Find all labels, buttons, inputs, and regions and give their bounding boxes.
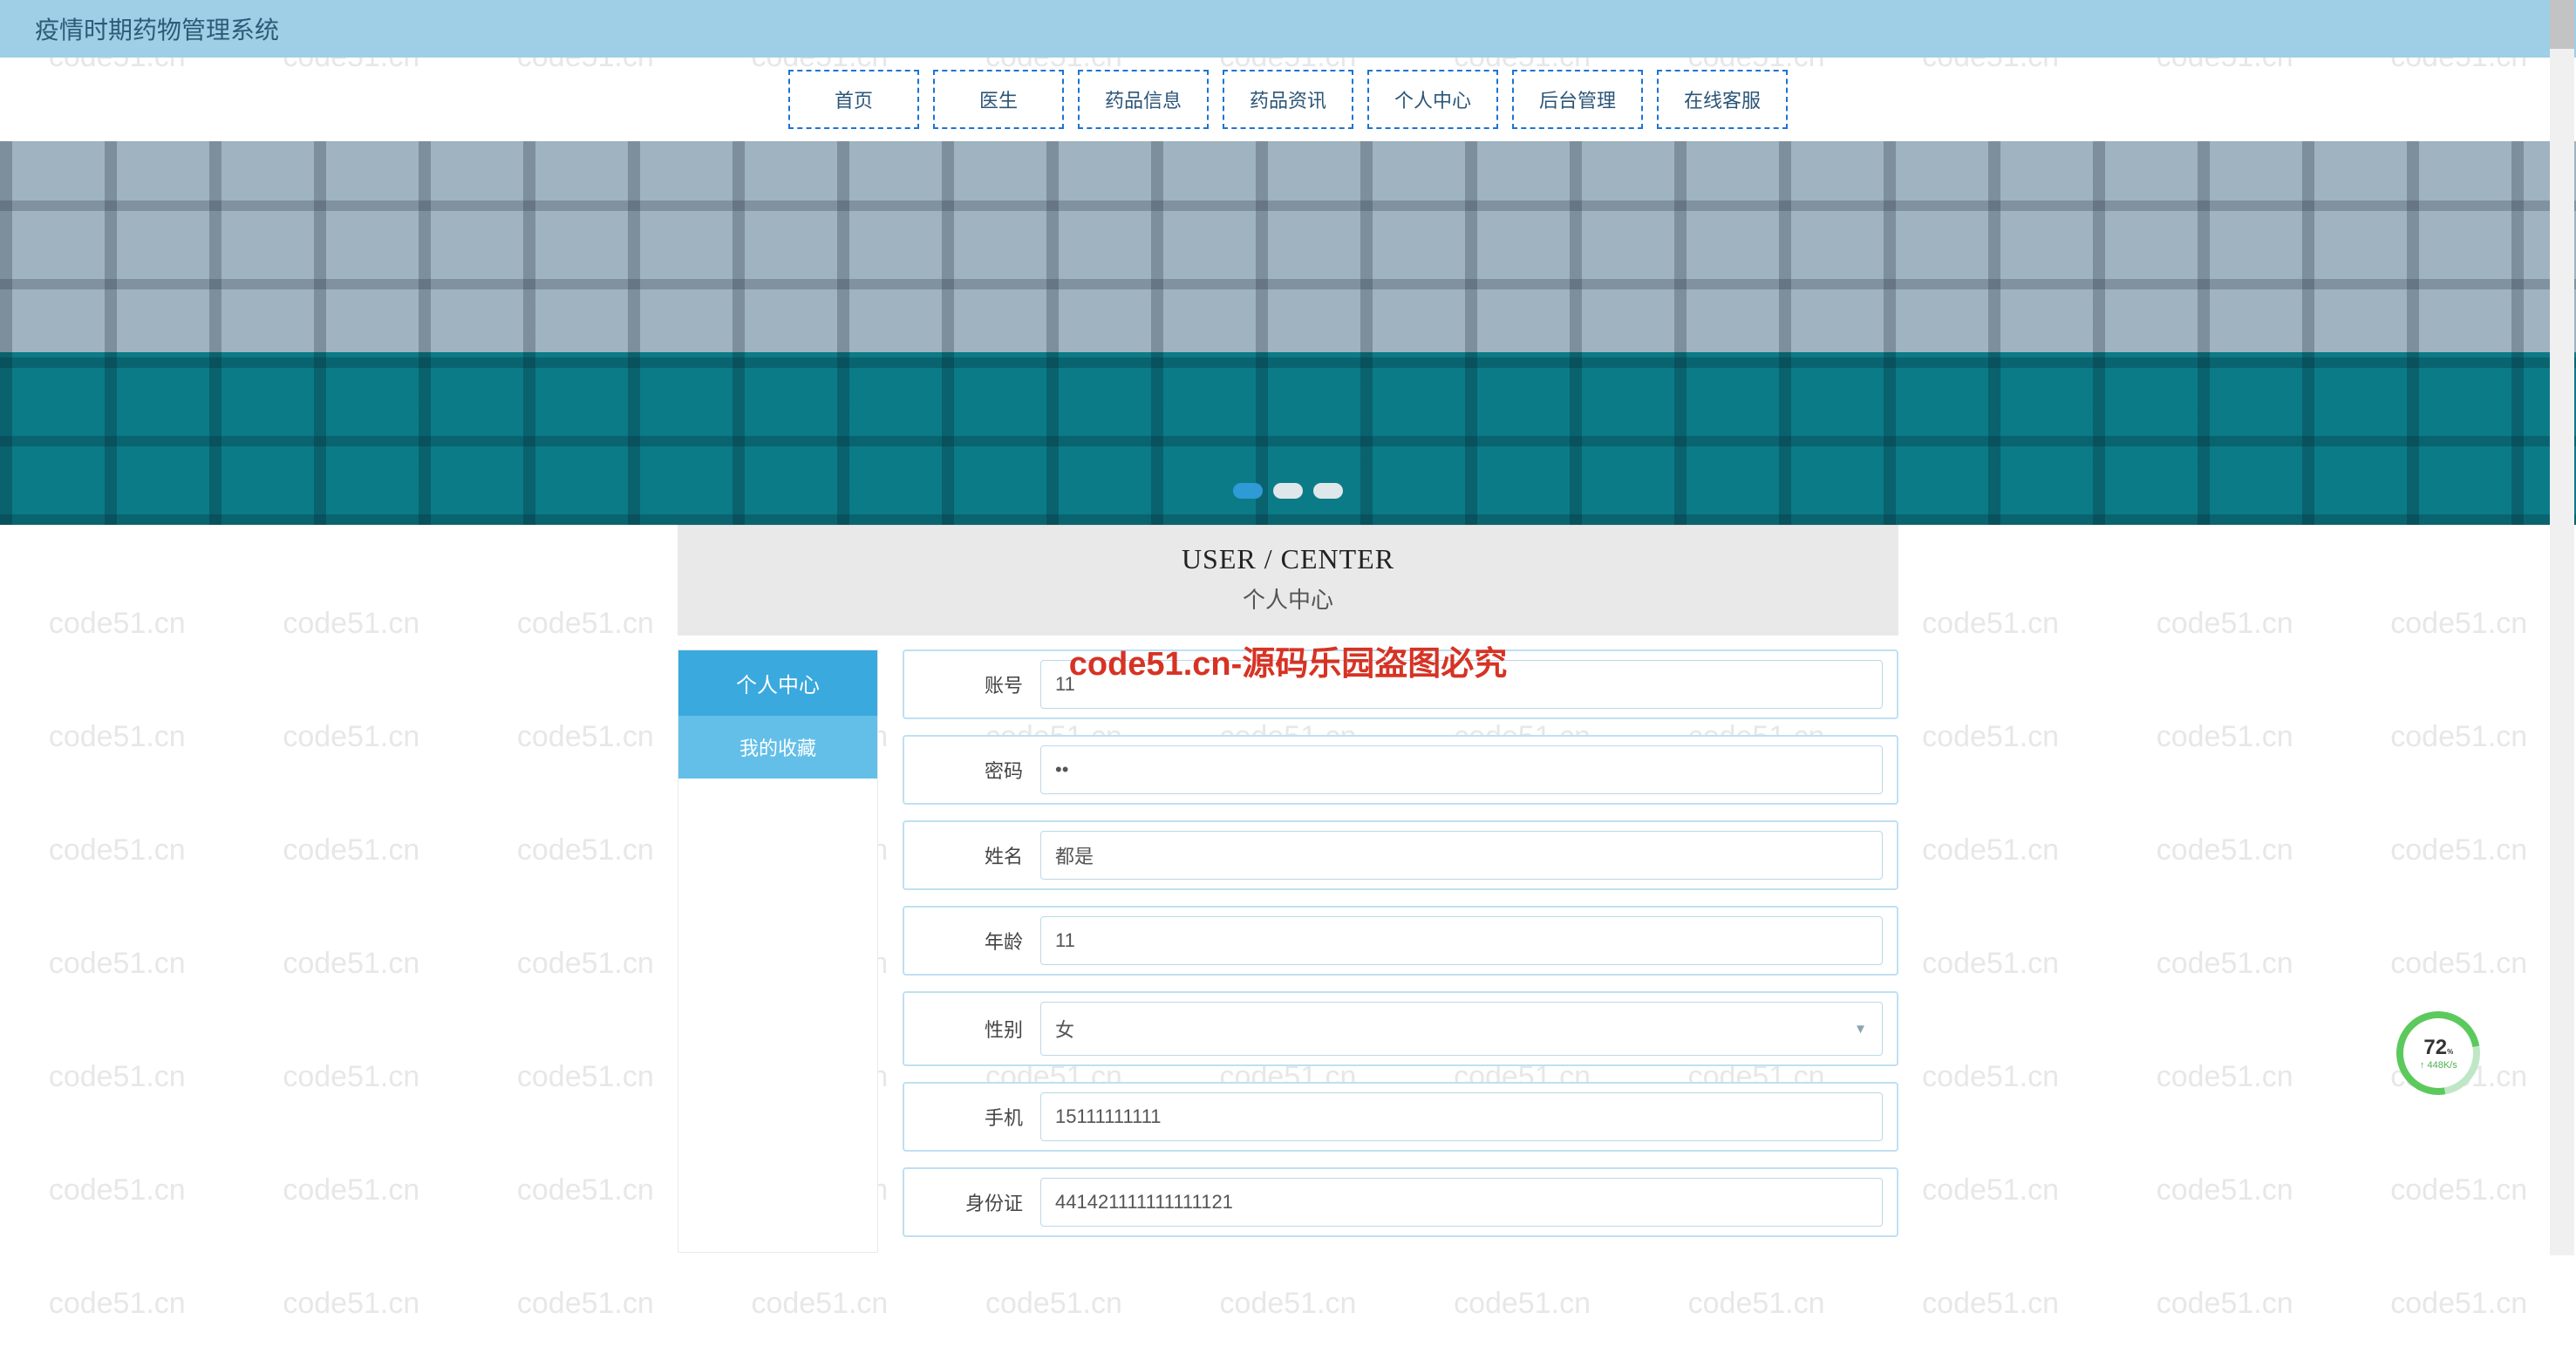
sidebar-item-0[interactable]: 个人中心 (678, 650, 877, 716)
chevron-down-icon: ▾ (1857, 1020, 1864, 1038)
speed-percent: 72% (2420, 1036, 2457, 1060)
sidebar: 个人中心我的收藏 (678, 649, 878, 1253)
密码-input[interactable] (1040, 745, 1883, 794)
nav: 首页医生药品信息药品资讯个人中心后台管理在线客服 (0, 58, 2576, 141)
姓名-input[interactable] (1040, 831, 1883, 880)
form-row-6: 身份证 (903, 1167, 1898, 1237)
form-row-3: 年龄 (903, 906, 1898, 976)
carousel-dot-2[interactable] (1313, 483, 1343, 499)
form-label: 账号 (918, 670, 1023, 698)
nav-item-4[interactable]: 个人中心 (1367, 70, 1498, 129)
form-label: 性别 (918, 1015, 1023, 1043)
手机-input[interactable] (1040, 1092, 1883, 1141)
speed-badge: 72% ↑ 448K/s (2380, 995, 2497, 1112)
form-label: 密码 (918, 756, 1023, 784)
carousel-dot-0[interactable] (1233, 483, 1263, 499)
gender-select[interactable]: 女▾ (1040, 1002, 1883, 1056)
scrollbar-thumb[interactable] (2550, 0, 2574, 49)
身份证-input[interactable] (1040, 1178, 1883, 1227)
年龄-input[interactable] (1040, 916, 1883, 965)
nav-item-0[interactable]: 首页 (788, 70, 919, 129)
hero-bg-pattern (0, 141, 2576, 525)
nav-item-1[interactable]: 医生 (933, 70, 1064, 129)
sidebar-item-1[interactable]: 我的收藏 (678, 716, 877, 779)
form-label: 年龄 (918, 927, 1023, 955)
form-row-4: 性别女▾ (903, 991, 1898, 1066)
nav-item-3[interactable]: 药品资讯 (1223, 70, 1353, 129)
content: USER / CENTER 个人中心 个人中心我的收藏 账号密码姓名年龄性别女▾… (678, 525, 1898, 1253)
section-head: USER / CENTER 个人中心 (678, 525, 1898, 636)
form-row-1: 密码 (903, 735, 1898, 805)
form-label: 手机 (918, 1103, 1023, 1131)
hero-banner (0, 141, 2576, 525)
nav-item-2[interactable]: 药品信息 (1078, 70, 1209, 129)
overlay-watermark-text: code51.cn-源码乐园盗图必究 (1069, 636, 1508, 684)
scrollbar-vertical[interactable] (2550, 0, 2574, 1255)
form-label: 姓名 (918, 841, 1023, 869)
nav-item-6[interactable]: 在线客服 (1657, 70, 1788, 129)
form-row-2: 姓名 (903, 820, 1898, 890)
form-row-5: 手机 (903, 1082, 1898, 1152)
section-title-zh: 个人中心 (678, 582, 1898, 615)
header-bar: 疫情时期药物管理系统 (0, 0, 2576, 58)
form-label: 身份证 (918, 1188, 1023, 1216)
app-title: 疫情时期药物管理系统 (35, 11, 279, 46)
carousel-dots (1233, 483, 1343, 499)
form-area: 账号密码姓名年龄性别女▾ 手机身份证 (903, 649, 1898, 1253)
nav-item-5[interactable]: 后台管理 (1512, 70, 1643, 129)
section-title-en: USER / CENTER (678, 543, 1898, 575)
carousel-dot-1[interactable] (1273, 483, 1303, 499)
speed-rate: ↑ 448K/s (2420, 1060, 2457, 1071)
